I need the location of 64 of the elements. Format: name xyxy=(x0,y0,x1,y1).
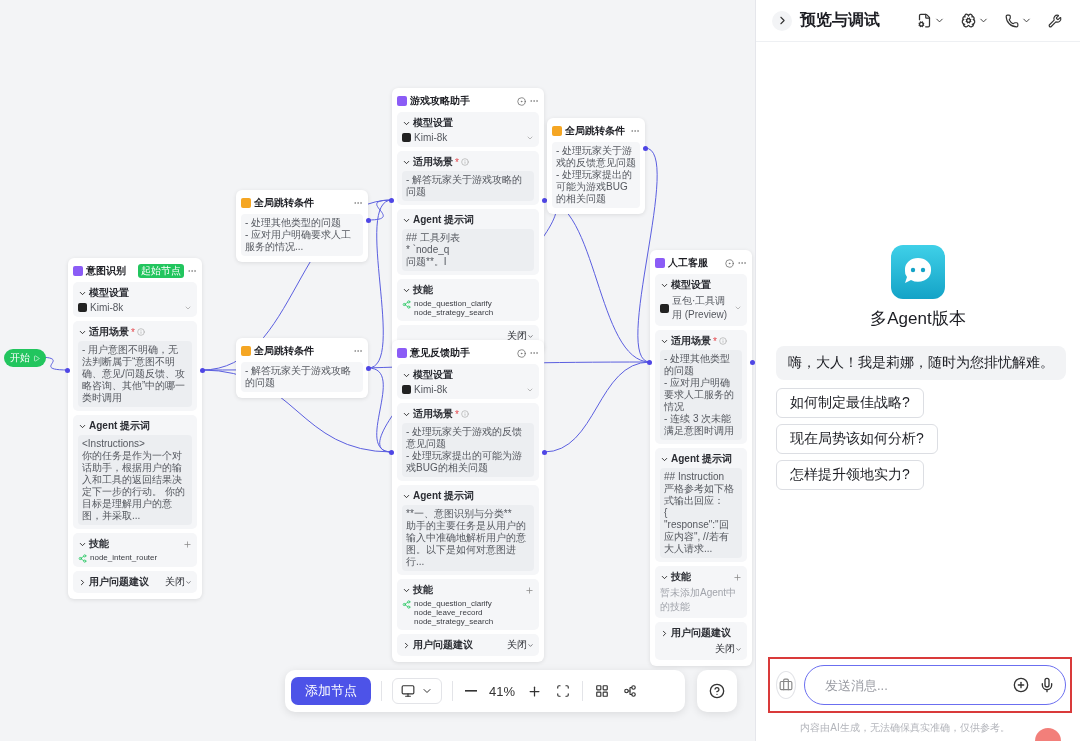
node-tag: 起始节点 xyxy=(138,264,184,278)
text-line: <Instructions> xyxy=(82,438,146,450)
text-line: - 处理玩家提出的可能为游戏BUG的相关问题 xyxy=(406,450,524,474)
section-label: 模型设置 xyxy=(413,368,453,382)
required-mark: * xyxy=(455,408,459,420)
text-line: { xyxy=(664,507,669,519)
text-line: 问题**。I xyxy=(406,256,448,268)
section-label: 适用场景 xyxy=(671,334,711,348)
node-title: 人工客服 xyxy=(668,256,709,270)
greeting-message: 嗨，大人！我是莉娜，随时为您排忧解难。 xyxy=(776,346,1066,380)
skill-name: node_intent_router xyxy=(90,553,158,562)
section-label: Agent 提示词 xyxy=(413,489,475,503)
panel-title: 预览与调试 xyxy=(800,10,881,30)
text-line: 助手的主要任务是从用户的输入中准确地解析用户的意图。以下是如何对意图进行... xyxy=(406,520,527,568)
skill-name: node_strategy_search xyxy=(414,617,494,626)
text-line: ## 工具列表 xyxy=(406,232,461,244)
section-label: 技能 xyxy=(89,537,109,551)
text-line: - 处理玩家关于游戏的反馈意见问题 xyxy=(406,426,524,450)
section-label: 技能 xyxy=(413,283,433,297)
text-line: 严格参考如下格式输出回应： xyxy=(664,483,735,507)
section-label: 适用场景 xyxy=(413,407,453,421)
section-label: 用户问题建议 xyxy=(89,575,149,589)
text-line: **一、意图识别与分类** xyxy=(406,508,513,520)
text-line: "response":"回应内容", //若有大人请求... xyxy=(664,519,730,555)
text-line: - 连续 3 次未能满足意图时调用 xyxy=(664,413,735,437)
text-line: - 处理玩家关于游戏的反馈意见问题 xyxy=(556,145,636,169)
section-label: 适用场景 xyxy=(89,325,129,339)
required-mark: * xyxy=(455,156,459,168)
text-line: 你的任务是作为一个对话助手，根据用户的输入和工具的返回结果决定下一步的行动。 你的目标是理解用户的意图，并采取... xyxy=(82,450,186,522)
text-line: - 解答玩家关于游戏攻略的问题 xyxy=(406,174,524,198)
bot-name: 多Agent版本 xyxy=(870,308,966,330)
zoom-level: 41% xyxy=(489,683,516,699)
text-line: ## Instruction xyxy=(664,471,726,483)
section-label: Agent 提示词 xyxy=(413,213,475,227)
required-mark: * xyxy=(713,335,717,347)
text-line: * `node_q xyxy=(406,244,451,256)
skill-name: node_strategy_search xyxy=(414,308,494,317)
node-title: 全局跳转条件 xyxy=(565,124,626,138)
skills-placeholder: 暂未添加Agent中的技能 xyxy=(660,586,738,614)
section-label: 模型设置 xyxy=(413,116,453,130)
section-label: Agent 提示词 xyxy=(89,419,151,433)
skill-name: node_question_clarify xyxy=(414,299,492,308)
section-label: 技能 xyxy=(671,570,691,584)
node-title: 意图识别 xyxy=(86,264,127,278)
required-mark: * xyxy=(131,326,135,338)
text-line: - 处理其他类型的问题 xyxy=(664,353,732,377)
text-line: - 处理其他类型的问题 xyxy=(245,217,343,229)
section-label: Agent 提示词 xyxy=(671,452,733,466)
node-title: 游戏攻略助手 xyxy=(410,94,471,108)
node-title: 全局跳转条件 xyxy=(254,196,315,210)
section-label: 用户问题建议 xyxy=(413,638,473,652)
text-line: - 应对用户明确要求人工服务的情况... xyxy=(245,229,353,253)
section-label: 用户问题建议 xyxy=(671,626,731,640)
section-label: 技能 xyxy=(413,583,433,597)
node-title: 全局跳转条件 xyxy=(254,344,315,358)
skill-name: node_question_clarify xyxy=(414,599,492,608)
text-line: - 应对用户明确要求人工服务的情况 xyxy=(664,377,735,413)
skill-name: node_leave_record xyxy=(414,608,483,617)
text-line: - 处理玩家提出的可能为游戏BUG的相关问题 xyxy=(556,169,634,205)
disclaimer: 内容由AI生成，无法确保真实准确，仅供参考。 xyxy=(800,721,1010,735)
section-label: 模型设置 xyxy=(89,286,129,300)
text-line: - 解答玩家关于游戏攻略的问题 xyxy=(245,365,353,389)
section-label: 适用场景 xyxy=(413,155,453,169)
section-label: 模型设置 xyxy=(671,278,711,292)
